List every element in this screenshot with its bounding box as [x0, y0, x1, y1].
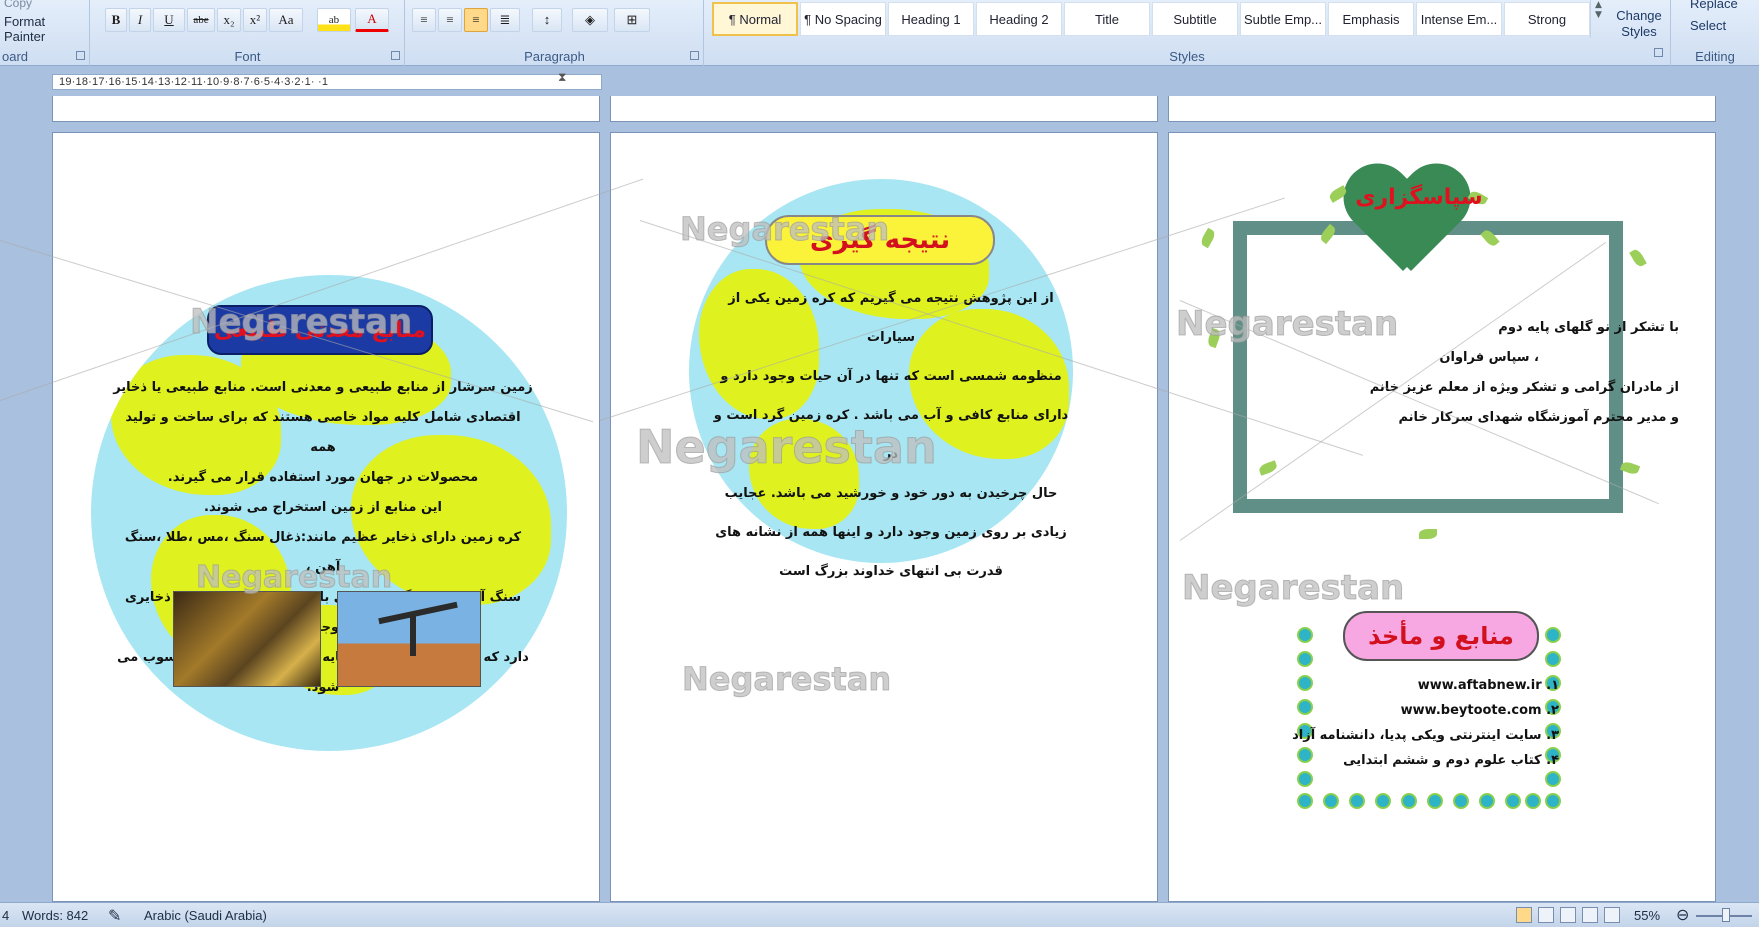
reference-item: ۳. سایت اینترنتی ویکی پدیا، دانشنامه آزا…: [1292, 728, 1559, 743]
reference-item: ۴. کتاب علوم دوم و ششم ابتدایی: [1343, 753, 1559, 768]
superscript-button[interactable]: x²: [243, 8, 267, 32]
ribbon: Copy Format Painter oard B I U abe x₂ x²…: [0, 0, 1759, 66]
oil-pumpjack-photo: [337, 591, 481, 687]
replace-button[interactable]: Replace: [1690, 0, 1738, 11]
outline-view-icon[interactable]: [1582, 907, 1598, 923]
zoom-slider-thumb[interactable]: [1722, 908, 1730, 922]
font-color-button[interactable]: A: [355, 8, 389, 32]
change-case-button[interactable]: Aa: [269, 8, 303, 32]
reference-item: www.beytoote.com .۲: [1400, 703, 1559, 718]
mine-tunnel-photo: [173, 591, 321, 687]
font-group: B I U abe x₂ x² Aa ab A Font: [91, 0, 405, 66]
page-natural-resources[interactable]: منابع معدنی طبیعی زمین سرشار از منابع طب…: [52, 132, 600, 902]
change-styles-button[interactable]: Change Styles: [1610, 8, 1668, 40]
align-left-icon[interactable]: ≡: [412, 8, 436, 32]
page1-line: زمین سرشار از منابع طبیعی و معدنی است. م…: [113, 380, 533, 395]
clipboard-launcher-icon[interactable]: [76, 51, 85, 60]
thanks-line: و مدیر محترم آموزشگاه شهدای سرکار خانم: [1398, 410, 1679, 425]
page1-title: منابع معدنی طبیعی: [207, 305, 433, 355]
styles-group-label: Styles: [1169, 49, 1205, 64]
style-strong[interactable]: Strong: [1504, 2, 1590, 36]
draft-view-icon[interactable]: [1604, 907, 1620, 923]
shading-icon[interactable]: ◈: [572, 8, 608, 32]
style-gallery: ¶ Normal ¶ No Spacing Heading 1 Heading …: [712, 2, 1592, 38]
previous-page-3: [1168, 96, 1716, 122]
paragraph-group: ≡ ≡ ≡ ≣ ↕ ◈ ⊞ Paragraph: [406, 0, 704, 66]
format-painter-button[interactable]: Format Painter: [4, 14, 89, 44]
clipboard-group: Copy Format Painter oard: [0, 0, 90, 66]
paragraph-group-label: Paragraph: [524, 49, 585, 64]
style-emphasis[interactable]: Emphasis: [1328, 2, 1414, 36]
horizontal-ruler[interactable]: 19·18·17·16·15·14·13·12·11·10·9·8·7·6·5·…: [52, 74, 602, 90]
style-heading-1[interactable]: Heading 1: [888, 2, 974, 36]
page-number[interactable]: 4: [2, 908, 9, 923]
align-center-icon[interactable]: ≡: [438, 8, 462, 32]
thanks-line: ، سپاس فراوان: [1439, 350, 1539, 365]
page2-line: حال چرخیدن به دور خود و خورشید می باشد. …: [724, 486, 1058, 501]
font-launcher-icon[interactable]: [391, 51, 400, 60]
bold-button[interactable]: B: [105, 8, 127, 32]
style-normal[interactable]: ¶ Normal: [712, 2, 798, 36]
thanks-title: سپاسگزاری: [1355, 184, 1483, 210]
ruler-ticks: 19·18·17·16·15·14·13·12·11·10·9·8·7·6·5·…: [59, 76, 329, 88]
thanks-body: با تشکر از نو گلهای پایه دوم ، سپاس فراو…: [1279, 313, 1679, 433]
thanks-line: با تشکر از نو گلهای پایه دوم: [1498, 320, 1679, 335]
justify-icon[interactable]: ≣: [490, 8, 520, 32]
page-acknowledgements[interactable]: سپاسگزاری با تشکر از نو گلهای پایه دوم ،…: [1168, 132, 1716, 902]
previous-page-2: [610, 96, 1158, 122]
subscript-button[interactable]: x₂: [217, 8, 241, 32]
style-no-spacing[interactable]: ¶ No Spacing: [800, 2, 886, 36]
paragraph-launcher-icon[interactable]: [690, 51, 699, 60]
style-subtitle[interactable]: Subtitle: [1152, 2, 1238, 36]
references-title: منابع و مأخذ: [1343, 611, 1539, 661]
page2-line: دارای منابع کافی و آب می باشد . کره زمین…: [713, 408, 1069, 462]
style-intense-emphasis[interactable]: Intense Em...: [1416, 2, 1502, 36]
page2-line: از این پژوهش نتیجه می گیریم که کره زمین …: [728, 291, 1054, 345]
language-indicator[interactable]: Arabic (Saudi Arabia): [144, 908, 267, 923]
select-button[interactable]: Select: [1690, 18, 1726, 33]
previous-page-1: [52, 96, 600, 122]
page2-line: منظومه شمسی است که تنها در آن حیات وجود …: [720, 369, 1062, 384]
page2-line: زیادی بر روی زمین وجود دارد و اینها همه …: [715, 525, 1067, 540]
thanks-line: از مادران گرامی و تشکر ویژه از معلم عزیز…: [1369, 380, 1679, 395]
status-bar: 4 Words: 842 ✎ Arabic (Saudi Arabia) 55%…: [0, 902, 1759, 927]
style-subtle-emphasis[interactable]: Subtle Emp...: [1240, 2, 1326, 36]
page1-line: اقتصادی شامل کلیه مواد خاصی هستند که برا…: [125, 410, 521, 455]
indent-marker-icon[interactable]: ⧗: [558, 70, 570, 94]
styles-launcher-icon[interactable]: [1654, 48, 1663, 57]
page2-line: قدرت بی انتهای خداوند بزرگ است: [779, 564, 1003, 579]
font-group-label: Font: [234, 49, 261, 64]
proofing-icon[interactable]: ✎: [108, 906, 121, 926]
references-list: www.aftabnew.ir .۱ www.beytoote.com .۲ ۳…: [1292, 673, 1559, 773]
page2-body: از این پژوهش نتیجه می گیریم که کره زمین …: [711, 279, 1071, 591]
align-right-icon[interactable]: ≡: [464, 8, 488, 32]
gallery-scroll-icon[interactable]: ▲ ▼: [1590, 0, 1606, 38]
page1-line: این منابع از زمین استخراج می شوند.: [204, 500, 442, 515]
page2-title: نتیجه گیری: [765, 215, 995, 265]
page1-line: کره زمین دارای ذخایر عظیم مانند:ذغال سنگ…: [124, 530, 522, 575]
style-title[interactable]: Title: [1064, 2, 1150, 36]
copy-button[interactable]: Copy: [4, 0, 32, 10]
zoom-level[interactable]: 55%: [1634, 908, 1660, 923]
zoom-out-icon[interactable]: ⊖: [1676, 905, 1689, 925]
line-spacing-icon[interactable]: ↕: [532, 8, 562, 32]
borders-icon[interactable]: ⊞: [614, 8, 650, 32]
highlight-button[interactable]: ab: [317, 8, 351, 32]
underline-button[interactable]: U: [153, 8, 185, 32]
page-conclusion[interactable]: نتیجه گیری از این پژوهش نتیجه می گیریم ک…: [610, 132, 1158, 902]
strikethrough-button[interactable]: abe: [187, 8, 215, 32]
editing-group-label: Editing: [1695, 49, 1735, 64]
style-heading-2[interactable]: Heading 2: [976, 2, 1062, 36]
word-count[interactable]: Words: 842: [22, 908, 88, 923]
italic-button[interactable]: I: [129, 8, 151, 32]
print-layout-view-icon[interactable]: [1516, 907, 1532, 923]
full-screen-reading-view-icon[interactable]: [1538, 907, 1554, 923]
reference-item: www.aftabnew.ir .۱: [1417, 678, 1559, 693]
web-layout-view-icon[interactable]: [1560, 907, 1576, 923]
page1-line: محصولات در جهان مورد استفاده قرار می گیر…: [167, 470, 479, 485]
